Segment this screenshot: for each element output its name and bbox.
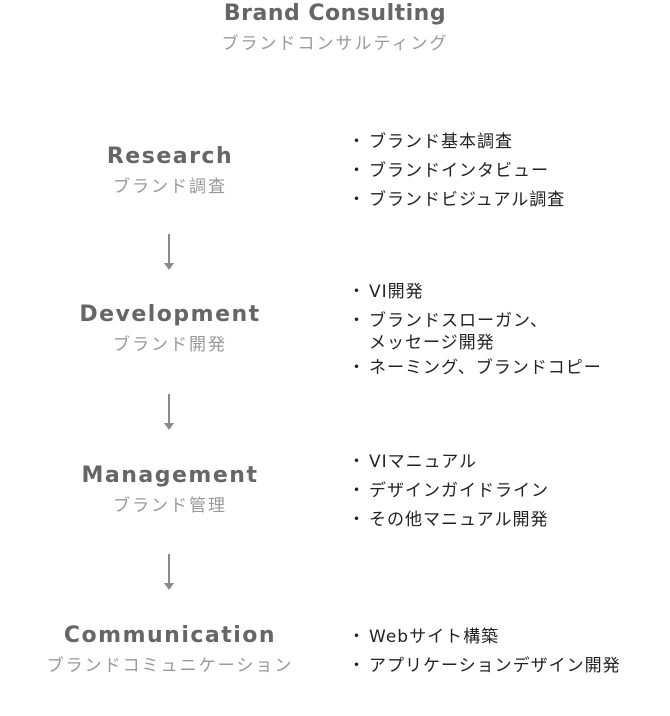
list-item: ブランドインタビュー — [348, 157, 565, 186]
stage-management-items: VIマニュアル デザインガイドライン その他マニュアル開発 — [348, 448, 549, 535]
page-title: Brand Consulting — [223, 1, 447, 26]
stage-title-en: Management — [81, 463, 259, 488]
stage-title-jp: ブランド開発 — [113, 335, 227, 355]
list-item: その他マニュアル開発 — [348, 506, 549, 535]
page-subtitle: ブランドコンサルティング — [221, 34, 449, 54]
list-item: Webサイト構築 — [348, 623, 621, 652]
list-item: ブランドビジュアル調査 — [348, 186, 565, 215]
stage-title-en: Research — [106, 144, 234, 169]
list-item-line: メッセージ開発 — [369, 333, 495, 353]
arrow-down-icon — [164, 394, 174, 430]
arrow-down-icon — [164, 554, 174, 590]
list-item: デザインガイドライン — [348, 477, 549, 506]
stage-research-items: ブランド基本調査 ブランドインタビュー ブランドビジュアル調査 — [348, 128, 565, 215]
stage-title-jp: ブランド管理 — [113, 496, 227, 516]
stage-communication: Communication ブランドコミュニケーション — [0, 621, 340, 679]
list-item: ブランド基本調査 — [348, 128, 565, 157]
list-item: VIマニュアル — [348, 448, 549, 477]
list-item: アプリケーションデザイン開発 — [348, 652, 621, 681]
stage-title-jp: ブランドコミュニケーション — [46, 656, 294, 676]
list-item: VI開発 — [348, 278, 602, 307]
arrow-down-icon — [164, 234, 174, 270]
list-item-line: ブランドスローガン、 — [369, 311, 548, 331]
stage-communication-items: Webサイト構築 アプリケーションデザイン開発 — [348, 623, 621, 681]
stage-title-en: Communication — [63, 623, 277, 648]
list-item: ネーミング、ブランドコピー — [348, 354, 602, 383]
stage-title-jp: ブランド調査 — [113, 177, 227, 197]
stage-title-en: Development — [79, 302, 261, 327]
stage-research: Research ブランド調査 — [0, 142, 340, 200]
list-item: ブランドスローガン、メッセージ開発 — [348, 307, 602, 354]
stage-development-items: VI開発 ブランドスローガン、メッセージ開発 ネーミング、ブランドコピー — [348, 278, 602, 383]
stage-development: Development ブランド開発 — [0, 300, 340, 358]
stage-management: Management ブランド管理 — [0, 461, 340, 519]
